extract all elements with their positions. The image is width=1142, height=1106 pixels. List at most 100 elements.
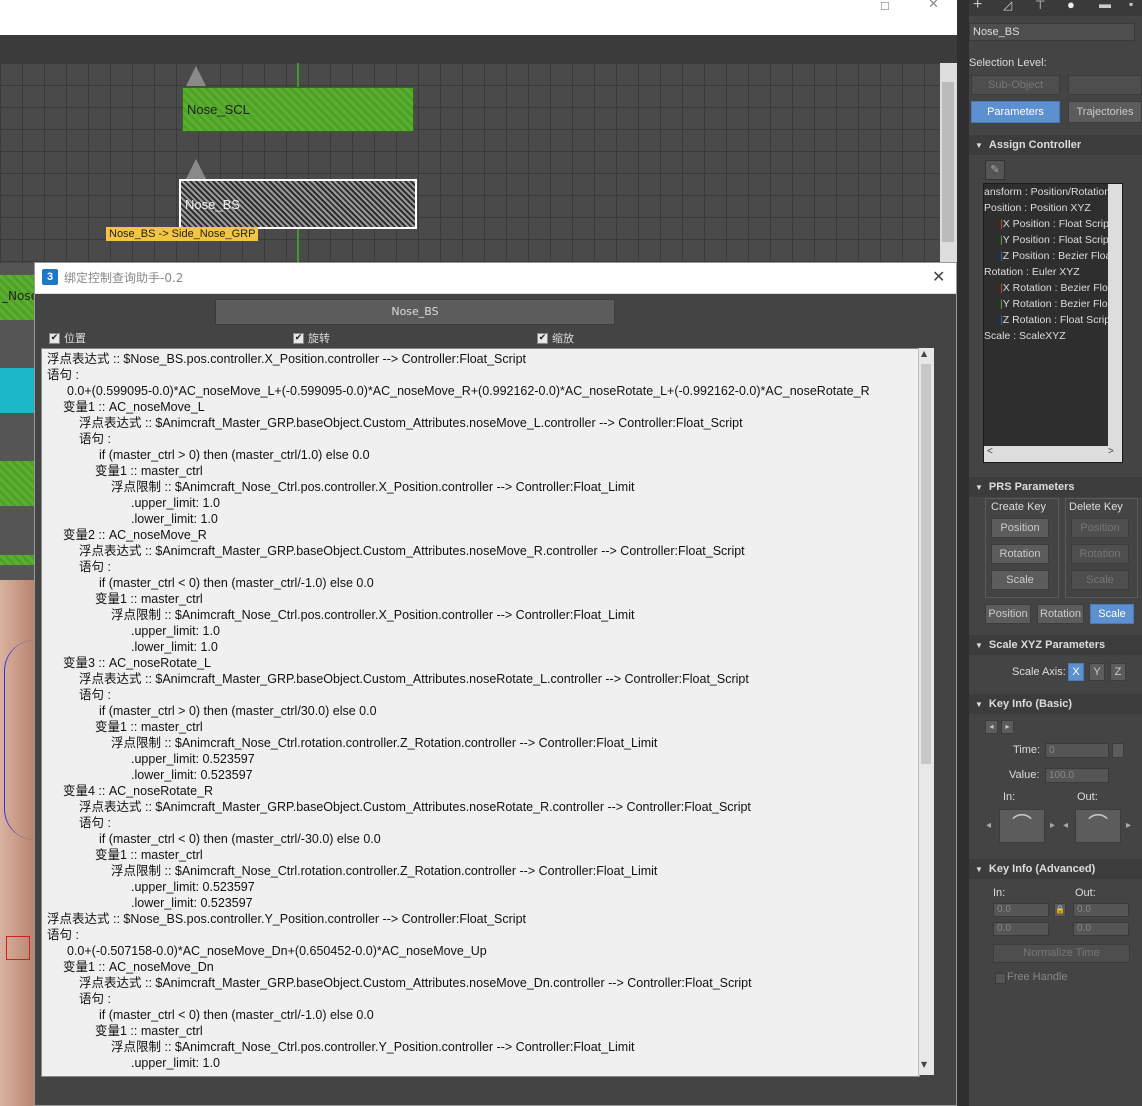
trajectories-tab[interactable]: Trajectories <box>1068 101 1142 123</box>
assign-controller-icon[interactable]: ✎ <box>985 160 1005 180</box>
axis-x-button[interactable]: X <box>1068 663 1084 681</box>
tree-item[interactable]: |Y Position : Float Script <box>984 232 1122 248</box>
sub-object-dropdown[interactable] <box>1068 75 1142 95</box>
adv-out-spinner-2[interactable]: 0.0 <box>1073 922 1129 936</box>
tree-item[interactable]: |X Rotation : Bezier Float <box>984 280 1122 296</box>
tree-item[interactable]: |Z Position : Bezier Float <box>984 248 1122 264</box>
display-tab-icon[interactable]: ▬ <box>1099 0 1111 11</box>
prs-parameters-rollout[interactable]: ▼ PRS Parameters <box>969 477 1142 497</box>
value-spinner[interactable]: 100.0 <box>1045 768 1109 783</box>
assign-controller-rollout[interactable]: ▼ Assign Controller <box>969 135 1142 155</box>
adv-in-label: In: <box>993 887 1006 899</box>
key-info-basic-rollout[interactable]: ▼ Key Info (Basic) <box>969 694 1142 714</box>
rollout-title: PRS Parameters <box>988 481 1075 493</box>
free-handle-checkbox[interactable] <box>995 973 1006 984</box>
delete-position-key-button[interactable]: Position <box>1071 518 1129 538</box>
adv-in-spinner-2[interactable]: 0.0 <box>993 922 1049 936</box>
strip-node: _Nose <box>0 275 38 320</box>
axis-y-button[interactable]: Y <box>1089 663 1105 681</box>
lock-icon[interactable]: 🔒 <box>1054 903 1066 917</box>
time-spinner[interactable]: 0 <box>1045 743 1109 758</box>
tree-item[interactable]: |X Position : Float Script <box>984 216 1122 232</box>
create-key-label: Create Key <box>991 501 1047 513</box>
strip-node-label: _Nose <box>2 289 38 303</box>
scroll-down-icon[interactable]: ▼ <box>921 1060 927 1069</box>
collapse-arrow-icon: ▼ <box>975 641 983 650</box>
motion-tab-icon[interactable]: ● <box>1067 0 1075 12</box>
tree-item[interactable]: |Y Rotation : Bezier Float <box>984 296 1122 312</box>
tree-item-label: Position : Position XYZ <box>984 202 1091 214</box>
node-label: Nose_SCL <box>187 102 250 117</box>
tree-h-scrollbar[interactable]: < > <box>984 446 1122 462</box>
prev-key-icon[interactable]: ◂ <box>985 720 998 734</box>
textarea-scroll-thumb[interactable] <box>921 364 931 764</box>
in-tangent-prev-icon[interactable]: ◂ <box>986 820 991 831</box>
tree-item[interactable]: ansform : Position/Rotation/S <box>984 184 1122 200</box>
axis-z-button[interactable]: Z <box>1110 663 1126 681</box>
controller-tree[interactable]: ansform : Position/Rotation/S Position :… <box>983 183 1123 463</box>
position-mode-button[interactable]: Position <box>985 604 1031 624</box>
scroll-left-icon[interactable]: < <box>987 446 993 457</box>
hierarchy-tab-icon[interactable]: ⊤ <box>1035 0 1045 12</box>
delete-rotation-key-button[interactable]: Rotation <box>1071 544 1129 564</box>
schematic-node-nose-bs[interactable]: Nose_BS <box>179 179 417 229</box>
scale-mode-button[interactable]: Scale <box>1090 604 1134 624</box>
result-line: if (master_ctrl < 0) then (master_ctrl/-… <box>99 576 374 590</box>
next-key-icon[interactable]: ▸ <box>1001 720 1014 734</box>
out-tangent-type-button[interactable]: ⌒ <box>1075 809 1121 843</box>
tree-item[interactable]: Rotation : Euler XYZ <box>984 264 1122 280</box>
parameters-tab[interactable]: Parameters <box>971 101 1060 123</box>
close-icon[interactable]: ✕ <box>928 0 939 12</box>
modify-tab-icon[interactable]: ◿ <box>1003 0 1012 12</box>
checkbox-scale[interactable]: ✔ 缩放 <box>537 330 574 346</box>
query-result-textarea[interactable]: 浮点表达式 :: $Nose_BS.pos.controller.X_Posit… <box>41 348 920 1077</box>
rollout-title: Scale XYZ Parameters <box>988 639 1106 651</box>
schematic-scroll-thumb[interactable] <box>942 82 954 242</box>
result-line: 变量1 :: master_ctrl <box>95 720 203 734</box>
normalize-time-button[interactable]: Normalize Time <box>993 944 1130 963</box>
utilities-tab-icon[interactable]: ▪ <box>1129 0 1133 11</box>
object-query-button[interactable]: Nose_BS <box>215 299 615 325</box>
dialog-titlebar[interactable]: 3 绑定控制查询助手-0.2 ✕ <box>35 263 956 294</box>
result-line: 变量1 :: master_ctrl <box>95 592 203 606</box>
tree-item[interactable]: Scale : ScaleXYZ <box>984 328 1122 344</box>
viewport-control-box <box>6 936 30 960</box>
result-line: if (master_ctrl > 0) then (master_ctrl/3… <box>99 704 377 718</box>
scale-xyz-parameters-rollout[interactable]: ▼ Scale XYZ Parameters <box>969 635 1142 655</box>
adv-in-spinner-1[interactable]: 0.0 <box>993 903 1049 917</box>
checkbox-rotation[interactable]: ✔ 旋转 <box>293 330 330 346</box>
result-line: 变量1 :: AC_noseMove_Dn <box>63 960 214 974</box>
result-line: .upper_limit: 1.0 <box>131 496 220 510</box>
tree-item-label: X Rotation : Bezier Float <box>1002 282 1117 294</box>
in-tangent-type-button[interactable]: ⌒ <box>999 809 1045 843</box>
out-tangent-prev-icon[interactable]: ◂ <box>1063 820 1068 831</box>
adv-out-label: Out: <box>1075 887 1096 899</box>
result-line: 语句 : <box>79 992 111 1006</box>
checkbox-position[interactable]: ✔ 位置 <box>49 330 86 346</box>
maximize-icon[interactable]: ☐ <box>880 0 890 13</box>
result-line: 变量1 :: master_ctrl <box>95 848 203 862</box>
rollout-title: Assign Controller <box>988 139 1082 151</box>
key-info-advanced-rollout[interactable]: ▼ Key Info (Advanced) <box>969 859 1142 879</box>
tree-item[interactable]: |Z Rotation : Float Script <box>984 312 1122 328</box>
sub-object-button[interactable]: Sub-Object <box>971 75 1060 95</box>
scroll-right-icon[interactable]: > <box>1108 446 1114 457</box>
3d-viewport[interactable] <box>0 580 34 1106</box>
tree-item[interactable]: Position : Position XYZ <box>984 200 1122 216</box>
create-tab-icon[interactable]: + <box>973 0 982 14</box>
out-tangent-next-icon[interactable]: ▸ <box>1126 820 1131 831</box>
dialog-close-icon[interactable]: ✕ <box>932 267 945 286</box>
create-position-key-button[interactable]: Position <box>991 518 1049 538</box>
delete-scale-key-button[interactable]: Scale <box>1071 570 1129 590</box>
object-name-field[interactable]: Nose_BS <box>969 23 1135 41</box>
schematic-node-nose-scl[interactable]: Nose_SCL <box>182 87 414 132</box>
rotation-mode-button[interactable]: Rotation <box>1037 604 1084 624</box>
result-line: 语句 : <box>47 928 79 942</box>
key-lock-toggle[interactable] <box>1112 743 1124 758</box>
create-scale-key-button[interactable]: Scale <box>991 570 1049 590</box>
scroll-up-icon[interactable]: ▲ <box>921 349 927 358</box>
in-tangent-next-icon[interactable]: ▸ <box>1050 820 1055 831</box>
adv-out-spinner-1[interactable]: 0.0 <box>1073 903 1129 917</box>
create-rotation-key-button[interactable]: Rotation <box>991 544 1049 564</box>
tree-v-scrollbar[interactable] <box>1108 184 1122 446</box>
